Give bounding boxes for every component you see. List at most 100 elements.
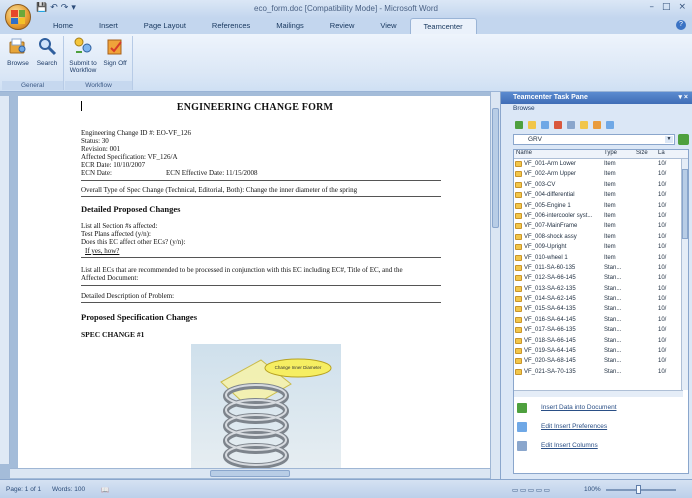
item-name: VF_018-SA-66-145 [514,336,602,346]
item-last-modified: 10/ [658,368,667,375]
zoom-level[interactable]: 100% [584,486,601,493]
search-button[interactable]: Search [33,36,61,67]
document-page[interactable]: ENGINEERING CHANGE FORM Engineering Chan… [18,96,492,472]
maximize-button[interactable]: □ [662,2,671,12]
column-last-modified[interactable]: La [656,150,680,158]
list-item[interactable]: VF_013-SA-62-135 Stan... 10/ [514,284,688,294]
item-icon [515,327,522,334]
item-last-modified: 10/ [658,348,667,355]
item-name: VF_003-CV [514,180,602,190]
list-item[interactable]: VF_018-SA-66-145 Stan... 10/ [514,336,688,346]
chevron-down-icon[interactable]: ▼ [665,136,673,143]
tab-page-layout[interactable]: Page Layout [131,18,199,34]
item-last-modified: 10/ [658,254,667,261]
list-item[interactable]: VF_010-wheel 1 Item 10/ [514,253,688,263]
minimize-button[interactable]: – [649,2,654,12]
submit-to-workflow-button[interactable]: Submit to Workflow [69,36,97,74]
tab-mailings[interactable]: Mailings [263,18,317,34]
vertical-scrollbar[interactable] [490,92,500,479]
properties-icon[interactable] [606,121,614,129]
column-name[interactable]: Name [514,150,602,158]
list-item[interactable]: VF_016-SA-64-145 Stan... 10/ [514,315,688,325]
folder-combo[interactable]: GRV ▼ [513,134,675,145]
item-size [634,169,656,179]
list-item[interactable]: VF_007-MainFrame Item 10/ [514,221,688,231]
back-icon[interactable] [515,121,523,129]
tab-home[interactable]: Home [40,18,86,34]
browse-button[interactable]: Browse [4,36,32,67]
list-item[interactable]: VF_020-SA-68-145 Stan... 10/ [514,356,688,366]
item-last-modified: 10/ [658,171,667,178]
page-count[interactable]: Page: 1 of 1 [6,486,41,493]
word-count[interactable]: Words: 100 [52,486,85,493]
horizontal-scrollbar[interactable] [10,468,490,478]
list-item[interactable]: VF_009-Upright Item 10/ [514,242,688,252]
item-type: Item [604,244,616,251]
columns-icon [517,441,527,451]
scroll-thumb[interactable] [210,470,290,477]
item-name: VF_011-SA-60-135 [514,263,602,273]
item-rows: VF_001-Arm Lower Item 10/VF_002-Arm Upper I… [514,159,688,377]
tab-review[interactable]: Review [317,18,368,34]
item-type: Stan... [604,337,622,344]
list-item[interactable]: VF_021-SA-70-135 Stan... 10/ [514,367,688,377]
list-item[interactable]: VF_015-SA-64-135 Stan... 10/ [514,304,688,314]
tab-insert[interactable]: Insert [86,18,131,34]
scroll-thumb[interactable] [682,169,688,239]
list-item[interactable]: VF_004-differential Item 10/ [514,190,688,200]
column-size[interactable]: Size [634,150,656,158]
list-item[interactable]: VF_001-Arm Lower Item 10/ [514,159,688,169]
insert-data-link[interactable]: Insert Data into Document [515,403,685,423]
list-item[interactable]: VF_014-SA-62-145 Stan... 10/ [514,294,688,304]
item-name: VF_010-wheel 1 [514,253,602,263]
sign-off-button[interactable]: Sign Off [101,36,129,67]
item-name-text: VF_003-CV [524,181,556,188]
close-icon[interactable]: ▾ × [678,93,688,101]
edit-preferences-link[interactable]: Edit Insert Preferences [515,422,685,442]
list-item[interactable]: VF_002-Arm Upper Item 10/ [514,169,688,179]
list-item[interactable]: VF_006-intercooler syst... Item 10/ [514,211,688,221]
column-type[interactable]: Type [602,150,634,158]
task-pane-header: Teamcenter Task Pane ▾ × [501,92,692,104]
item-last-modified: 10/ [658,223,667,230]
item-size [634,336,656,346]
list-item[interactable]: VF_017-SA-66-135 Stan... 10/ [514,325,688,335]
list-item[interactable]: VF_011-SA-60-135 Stan... 10/ [514,263,688,273]
edit-icon[interactable] [593,121,601,129]
document-icon[interactable] [541,121,549,129]
view-buttons[interactable]: ▭ ▭ ▭ ▭ ▭ [512,486,550,494]
tab-references[interactable]: References [199,18,263,34]
spring-image[interactable]: Change Inner Diameter [191,344,341,472]
list-scrollbar[interactable] [681,159,688,390]
go-button[interactable] [678,134,689,145]
divider [81,257,441,258]
folder-icon[interactable] [528,121,536,129]
list-item[interactable]: VF_019-SA-64-145 Stan... 10/ [514,346,688,356]
refresh-icon[interactable] [554,121,562,129]
status-bar: Page: 1 of 1 Words: 100 📖 ▭ ▭ ▭ ▭ ▭ 100% [0,479,692,498]
office-button[interactable] [5,4,31,30]
item-name: VF_009-Upright [514,242,602,252]
list-item[interactable]: VF_003-CV Item 10/ [514,180,688,190]
item-size [634,159,656,169]
zoom-slider[interactable] [606,489,676,491]
new-folder-icon[interactable] [580,121,588,129]
item-size [634,253,656,263]
zoom-slider-handle[interactable] [636,485,641,494]
proofing-icon[interactable]: 📖 [101,486,109,494]
ribbon: Browse Search General Submit to Workflow… [0,34,692,92]
help-icon[interactable]: ? [676,20,686,30]
item-type: Item [604,202,616,209]
view-icon[interactable] [567,121,575,129]
tab-view[interactable]: View [367,18,409,34]
list-item[interactable]: VF_008-shock assy Item 10/ [514,232,688,242]
item-type: Stan... [604,275,622,282]
list-item[interactable]: VF_012-SA-66-145 Stan... 10/ [514,273,688,283]
tab-teamcenter[interactable]: Teamcenter [409,18,477,34]
close-button[interactable]: × [678,2,686,12]
scroll-thumb[interactable] [492,108,499,228]
list-horizontal-scrollbar[interactable] [514,390,683,397]
item-name: VF_008-shock assy [514,232,602,242]
edit-columns-link[interactable]: Edit Insert Columns [515,441,685,461]
list-item[interactable]: VF_005-Engine 1 Item 10/ [514,201,688,211]
